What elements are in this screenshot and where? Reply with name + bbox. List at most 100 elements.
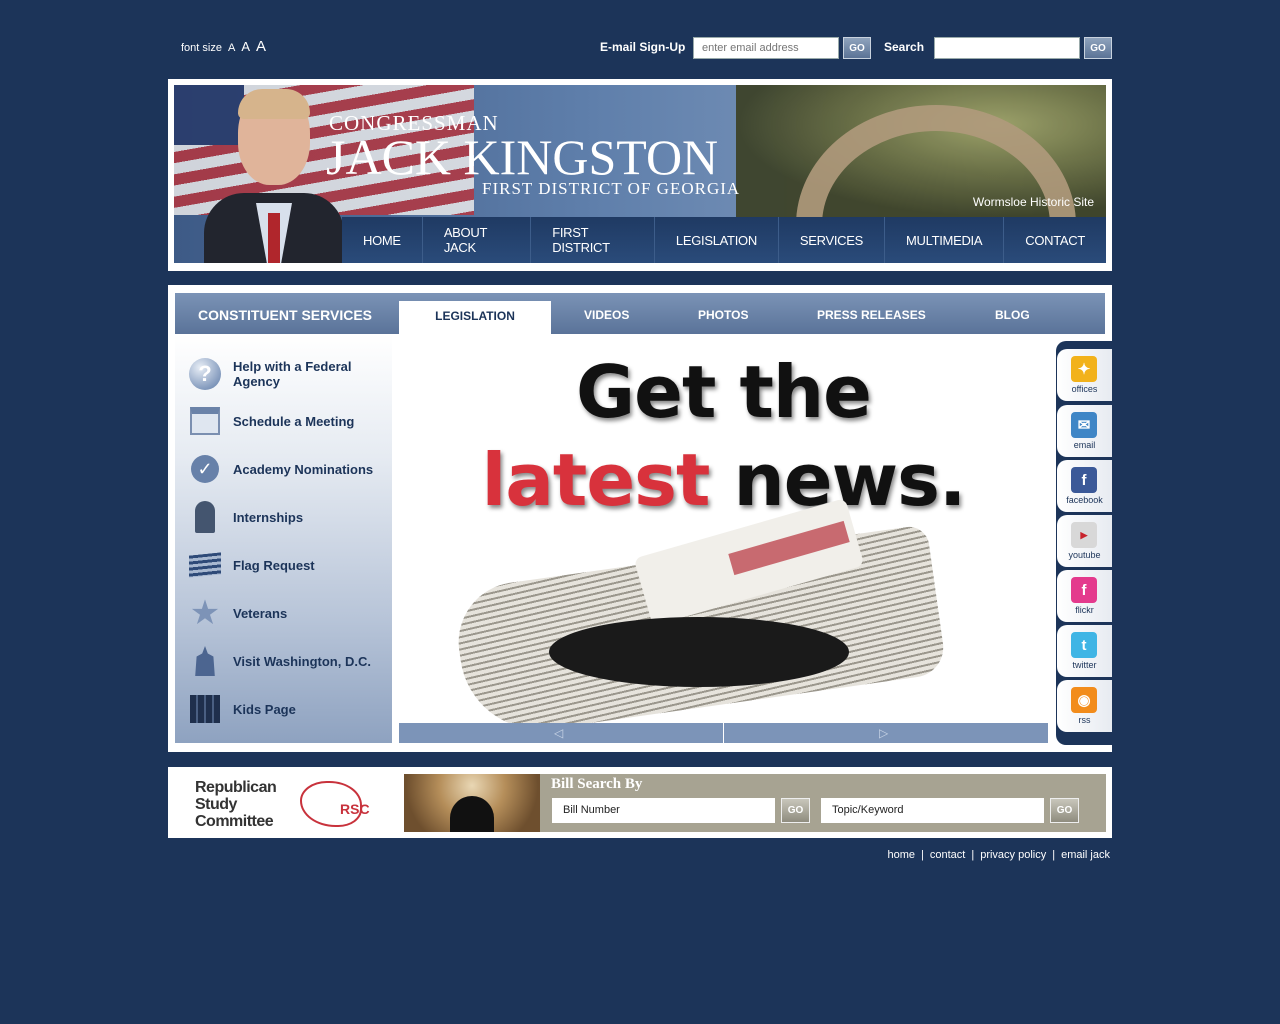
tab-blog[interactable]: BLOG xyxy=(995,308,1030,322)
font-size-medium-button[interactable]: A xyxy=(241,39,250,54)
service-label: Flag Request xyxy=(233,557,315,573)
font-size-large-button[interactable]: A xyxy=(256,38,266,55)
topic-keyword-input[interactable]: Topic/Keyword xyxy=(821,798,1044,823)
books-icon xyxy=(188,692,222,726)
photo-caption: Wormsloe Historic Site xyxy=(972,195,1094,209)
star-icon: ★ xyxy=(189,594,221,632)
featured-slide[interactable]: Get the latest news. xyxy=(399,342,1048,725)
social-offices[interactable]: ✦ offices xyxy=(1057,349,1112,401)
service-label: Internships xyxy=(233,509,304,525)
bill-search-box: Bill Search By Bill Number GO Topic/Keyw… xyxy=(540,774,1106,832)
service-internships[interactable]: Internships xyxy=(175,497,392,537)
service-label: Schedule a Meeting xyxy=(233,413,355,429)
bill-number-input[interactable]: Bill Number xyxy=(552,798,775,823)
footer-separator: | xyxy=(971,849,975,861)
font-size-control: font size A A A xyxy=(181,38,266,55)
footer-link-contact[interactable]: contact xyxy=(930,849,965,861)
service-veterans[interactable]: ★ Veterans xyxy=(175,593,392,633)
checkmark-icon: ✓ xyxy=(188,452,222,486)
service-visit-washington[interactable]: Visit Washington, D.C. xyxy=(175,641,392,681)
footer-separator: | xyxy=(921,849,924,861)
bill-number-go-button[interactable]: GO xyxy=(781,798,810,823)
tab-bar: CONSTITUENT SERVICES LEGISLATION VIDEOS … xyxy=(175,293,1105,334)
email-signup-input[interactable] xyxy=(693,37,839,59)
next-arrow-icon[interactable]: ▷ xyxy=(879,726,888,740)
social-label: rss xyxy=(1078,715,1091,725)
newspaper-fold-shadow xyxy=(549,617,849,687)
topic-keyword-go-button[interactable]: GO xyxy=(1050,798,1079,823)
tab-legislation[interactable]: LEGISLATION xyxy=(399,301,551,334)
tab-videos[interactable]: VIDEOS xyxy=(584,308,629,322)
email-signup-label: E-mail Sign-Up xyxy=(600,40,686,54)
social-email[interactable]: ✉ email xyxy=(1057,405,1112,457)
footer-link-privacy-policy[interactable]: privacy policy xyxy=(980,849,1046,861)
facebook-icon: f xyxy=(1071,467,1097,493)
previous-arrow-icon[interactable]: ◁ xyxy=(554,726,563,740)
nav-contact[interactable]: CONTACT xyxy=(1003,217,1106,263)
footer-link-home[interactable]: home xyxy=(887,849,915,861)
social-youtube[interactable]: ▶ youtube xyxy=(1057,515,1112,567)
service-flag-request[interactable]: Flag Request xyxy=(175,545,392,585)
bill-search-title: Bill Search By xyxy=(551,776,643,792)
pin-icon: ✦ xyxy=(1071,356,1097,382)
portrait-tie xyxy=(268,213,280,263)
flickr-icon: f xyxy=(1071,577,1097,603)
calendar-icon xyxy=(188,404,222,438)
question-icon: ? xyxy=(188,357,222,391)
nav-services[interactable]: SERVICES xyxy=(777,217,884,263)
constituent-services-title: CONSTITUENT SERVICES xyxy=(198,307,372,323)
nav-home[interactable]: HOME xyxy=(342,217,422,263)
social-twitter[interactable]: t twitter xyxy=(1057,625,1112,677)
service-label: Visit Washington, D.C. xyxy=(233,653,371,669)
font-size-label: font size xyxy=(181,42,222,54)
hero-headline-line1: Get the xyxy=(576,350,872,434)
service-kids-page[interactable]: Kids Page xyxy=(175,689,392,729)
footer-links: home | contact | privacy policy | email … xyxy=(887,849,1110,861)
nav-first-district[interactable]: FIRST DISTRICT xyxy=(530,217,654,263)
service-label: Veterans xyxy=(233,605,288,621)
rsc-line2: Study xyxy=(195,796,237,813)
hero-news-word: news. xyxy=(733,438,967,522)
service-academy-nominations[interactable]: ✓ Academy Nominations xyxy=(175,449,392,489)
nav-about-jack[interactable]: ABOUT JACK xyxy=(421,217,530,263)
constituent-services-list: ? Help with a Federal Agency Schedule a … xyxy=(175,334,392,743)
header-name-title[interactable]: JACK KINGSTON xyxy=(326,129,718,185)
hero-headline-line2: latest news. xyxy=(399,438,1048,522)
social-links-rail: ✦ offices ✉ email f facebook ▶ youtube f… xyxy=(1056,341,1112,745)
rsc-text-logo[interactable]: Republican Study Committee xyxy=(195,779,277,830)
social-label: facebook xyxy=(1066,495,1103,505)
tab-press-releases[interactable]: PRESS RELEASES xyxy=(817,308,926,322)
dome-silhouette xyxy=(450,796,494,832)
youtube-icon: ▶ xyxy=(1071,522,1097,548)
footer-link-email-jack[interactable]: email jack xyxy=(1061,849,1110,861)
search-go-button[interactable]: GO xyxy=(1084,37,1112,59)
nav-legislation[interactable]: LEGISLATION xyxy=(653,217,778,263)
social-rss[interactable]: ◉ rss xyxy=(1057,680,1112,732)
social-label: offices xyxy=(1071,384,1098,394)
search-label: Search xyxy=(884,40,925,54)
portrait-hair xyxy=(238,89,310,119)
service-schedule-meeting[interactable]: Schedule a Meeting xyxy=(175,401,392,441)
tab-photos[interactable]: PHOTOS xyxy=(698,308,748,322)
social-facebook[interactable]: f facebook xyxy=(1057,460,1112,512)
congressman-portrait xyxy=(204,89,344,263)
twitter-icon: t xyxy=(1071,632,1097,658)
capitol-icon xyxy=(188,644,222,678)
social-flickr[interactable]: f flickr xyxy=(1057,570,1112,622)
font-size-small-button[interactable]: A xyxy=(228,42,235,54)
service-help-federal-agency[interactable]: ? Help with a Federal Agency xyxy=(175,354,392,394)
envelope-icon: ✉ xyxy=(1071,412,1097,438)
search-input[interactable] xyxy=(934,37,1080,59)
nav-multimedia[interactable]: MULTIMEDIA xyxy=(884,217,1003,263)
social-label: flickr xyxy=(1075,605,1094,615)
email-signup-go-button[interactable]: GO xyxy=(843,37,871,59)
social-label: email xyxy=(1073,440,1096,450)
header-district-title: FIRST DISTRICT OF GEORGIA xyxy=(482,179,741,198)
service-label: Academy Nominations xyxy=(233,461,374,477)
social-label: twitter xyxy=(1072,660,1097,670)
rsc-line3: Committee xyxy=(195,813,274,830)
rsc-elephant-logo[interactable]: RSC xyxy=(300,775,376,829)
footer-separator: | xyxy=(1052,849,1056,861)
rsc-line1: Republican xyxy=(195,779,277,796)
hero-latest-word: latest xyxy=(481,438,711,522)
